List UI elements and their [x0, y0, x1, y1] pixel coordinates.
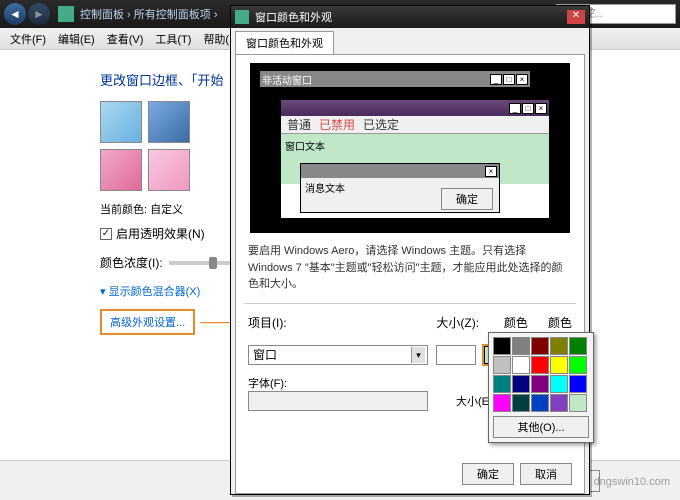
- max-icon: □: [503, 74, 515, 85]
- nav-back-button[interactable]: ◄: [4, 3, 26, 25]
- close-btn-icon: ×: [535, 103, 547, 114]
- color-cell[interactable]: [493, 356, 511, 374]
- preview-tab-normal: 普通: [287, 116, 311, 133]
- color-swatch-4[interactable]: [148, 149, 190, 191]
- min-icon: _: [490, 74, 502, 85]
- preview-tab-selected: 已选定: [363, 116, 399, 133]
- color-swatch-2[interactable]: [148, 101, 190, 143]
- size-input[interactable]: [436, 345, 476, 365]
- transparency-label: 启用透明效果(N): [116, 225, 205, 242]
- personalization-icon: [58, 6, 74, 22]
- color-cell[interactable]: [531, 394, 549, 412]
- watermark: dngswin10.com: [594, 476, 670, 488]
- color-cell[interactable]: [550, 337, 568, 355]
- advanced-appearance-link[interactable]: 高级外观设置...: [100, 309, 195, 335]
- close-btn-icon: ×: [516, 74, 528, 85]
- inactive-window-title: 非活动窗口: [262, 72, 312, 87]
- color-picker-popup: 其他(O)...: [488, 332, 594, 443]
- color-cell[interactable]: [512, 337, 530, 355]
- menu-view[interactable]: 查看(V): [101, 31, 150, 47]
- tab-appearance[interactable]: 窗口颜色和外观: [235, 31, 334, 54]
- color-cell[interactable]: [550, 394, 568, 412]
- hint-text: 要启用 Windows Aero，请选择 Windows 主题。只有选择 Win…: [248, 243, 572, 293]
- preview-message-box: × 消息文本 确定: [300, 163, 500, 213]
- ok-button[interactable]: 确定: [462, 463, 514, 485]
- font-label: 字体(F):: [248, 375, 287, 391]
- color-cell[interactable]: [493, 375, 511, 393]
- close-icon[interactable]: ✕: [567, 10, 585, 24]
- other-color-button[interactable]: 其他(O)...: [493, 416, 589, 438]
- color-cell[interactable]: [531, 375, 549, 393]
- menu-file[interactable]: 文件(F): [4, 31, 52, 47]
- color-cell[interactable]: [569, 375, 587, 393]
- color-cell[interactable]: [512, 394, 530, 412]
- transparency-checkbox[interactable]: ✓: [100, 228, 112, 240]
- color-grid: [493, 337, 589, 412]
- preview-ok-button: 确定: [441, 188, 493, 210]
- color-cell[interactable]: [569, 394, 587, 412]
- tab-strip: 窗口颜色和外观: [231, 30, 589, 54]
- dialog-buttons: 确定 取消: [462, 463, 572, 485]
- preview-area: 非活动窗口 _ □ × _ □ ×: [250, 63, 570, 233]
- intensity-label: 颜色浓度(I):: [100, 254, 163, 271]
- cancel-button[interactable]: 取消: [520, 463, 572, 485]
- chevron-down-icon: ▾: [411, 347, 425, 363]
- menu-tools[interactable]: 工具(T): [149, 31, 197, 47]
- nav-forward-button[interactable]: ►: [28, 3, 50, 25]
- item-combo[interactable]: 窗口 ▾: [248, 345, 428, 365]
- color-cell[interactable]: [512, 375, 530, 393]
- color-cell[interactable]: [550, 356, 568, 374]
- dialog-icon: [235, 10, 249, 24]
- item-header: 项目(I):: [248, 314, 428, 345]
- color-cell[interactable]: [569, 337, 587, 355]
- color-swatch-3[interactable]: [100, 149, 142, 191]
- color-swatch-1[interactable]: [100, 101, 142, 143]
- close-btn-icon: ×: [485, 166, 497, 177]
- color-cell[interactable]: [531, 356, 549, 374]
- size-header: 大小(Z):: [436, 314, 482, 345]
- color-cell[interactable]: [531, 337, 549, 355]
- color-cell[interactable]: [493, 394, 511, 412]
- min-icon: _: [509, 103, 521, 114]
- color-cell[interactable]: [512, 356, 530, 374]
- item-combo-value: 窗口: [253, 346, 277, 363]
- menu-edit[interactable]: 编辑(E): [52, 31, 101, 47]
- font-combo[interactable]: [248, 391, 428, 411]
- dialog-titlebar[interactable]: 窗口颜色和外观 ✕: [231, 6, 589, 28]
- color-cell[interactable]: [493, 337, 511, 355]
- dialog-title: 窗口颜色和外观: [255, 9, 567, 25]
- separator: [244, 303, 576, 304]
- preview-tab-disabled: 已禁用: [319, 116, 355, 133]
- max-icon: □: [522, 103, 534, 114]
- color-cell[interactable]: [569, 356, 587, 374]
- color-cell[interactable]: [550, 375, 568, 393]
